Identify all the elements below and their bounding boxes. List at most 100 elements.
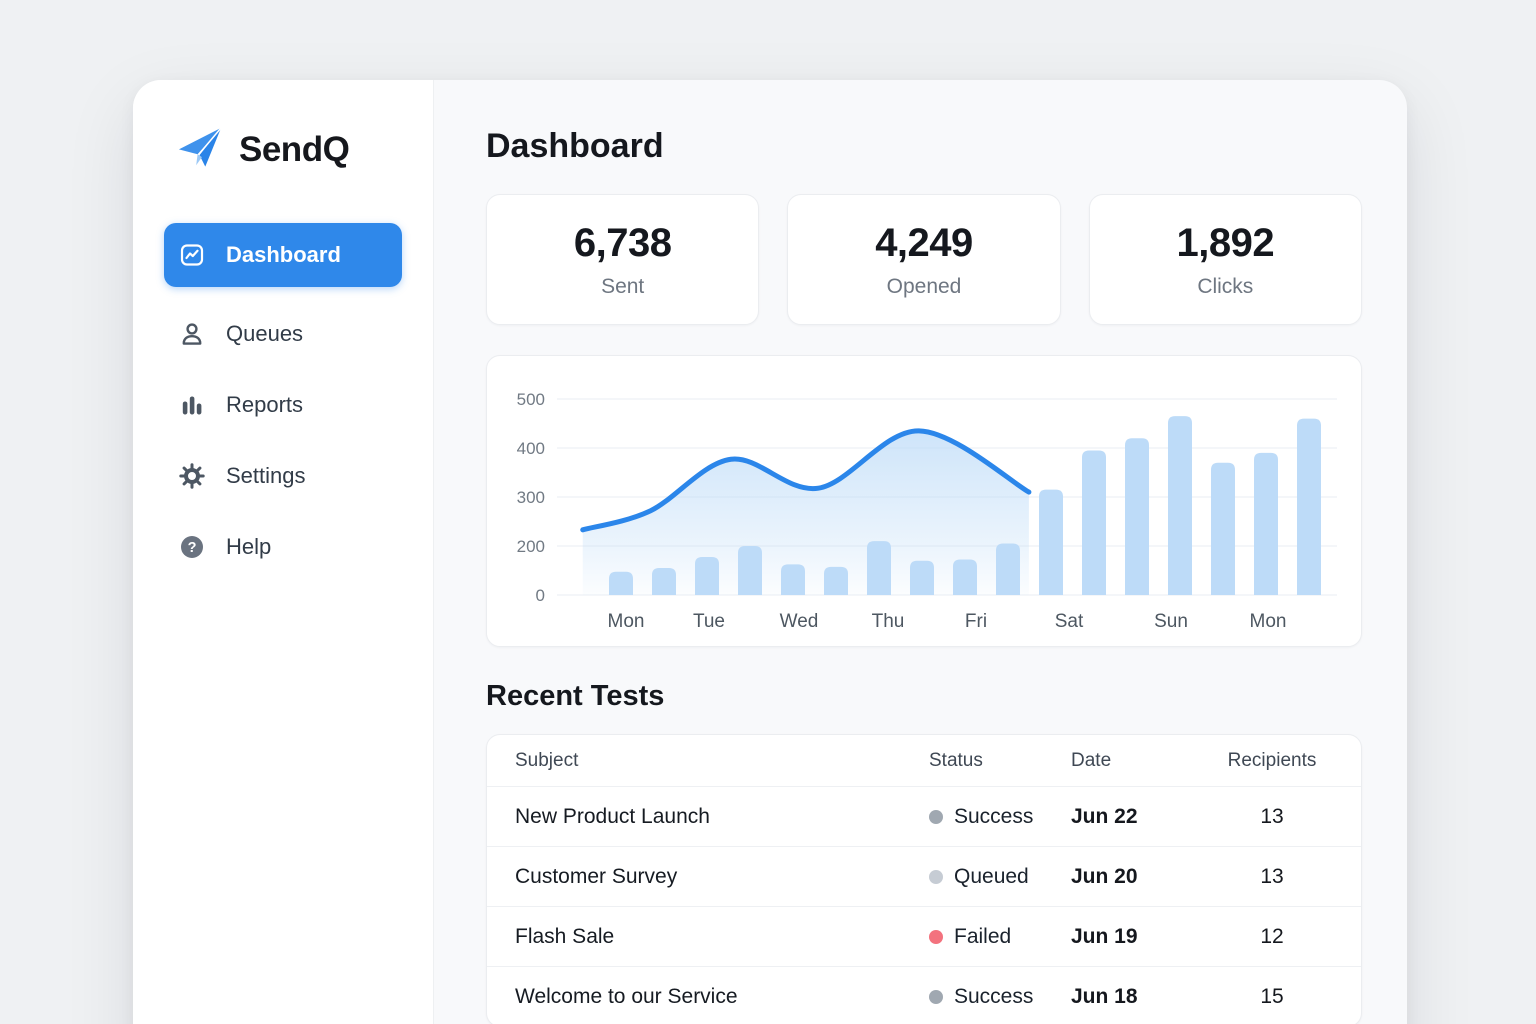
bar bbox=[609, 572, 633, 595]
cell-date: Jun 18 bbox=[1071, 985, 1205, 1009]
queues-icon bbox=[179, 321, 205, 347]
sidebar-item-label: Reports bbox=[226, 392, 303, 418]
logo: SendQ bbox=[133, 80, 433, 175]
table-body: New Product LaunchSuccessJun 2213Custome… bbox=[487, 786, 1361, 1024]
recent-tests-title: Recent Tests bbox=[486, 680, 1362, 713]
svg-text:Sun: Sun bbox=[1154, 611, 1188, 632]
sidebar-item-label: Settings bbox=[226, 463, 306, 489]
cell-date: Jun 20 bbox=[1071, 865, 1205, 889]
status-label: Success bbox=[954, 985, 1033, 1009]
bar bbox=[953, 559, 977, 595]
svg-text:?: ? bbox=[188, 540, 197, 556]
stat-label: Sent bbox=[601, 275, 644, 299]
svg-text:Thu: Thu bbox=[872, 611, 905, 632]
svg-text:400: 400 bbox=[517, 439, 545, 458]
sidebar-item-dashboard[interactable]: Dashboard bbox=[164, 223, 402, 287]
cell-status: Failed bbox=[929, 925, 1071, 949]
table-row: Flash Sale Failed Jun 1912 bbox=[487, 906, 1361, 966]
chart-card: 500 400 300 200 0 Mon Tue Wed Thu Fri Sat Sun Mon bbox=[486, 355, 1362, 647]
bar bbox=[695, 557, 719, 595]
stat-label: Opened bbox=[887, 275, 962, 299]
bar bbox=[996, 544, 1020, 595]
sidebar-item-label: Queues bbox=[226, 321, 303, 347]
recent-tests-table: Subject Status Date Recipients New Produ… bbox=[486, 734, 1362, 1024]
table-row: New Product Launch Success Jun 2213 bbox=[487, 786, 1361, 846]
bar bbox=[910, 561, 934, 595]
cell-subject: Welcome to our Service bbox=[487, 985, 929, 1009]
svg-text:Mon: Mon bbox=[1250, 611, 1287, 632]
stat-card-sent: 6,738 Sent bbox=[486, 194, 759, 325]
bar bbox=[1168, 416, 1192, 595]
cell-subject: Customer Survey bbox=[487, 865, 929, 889]
stat-value: 6,738 bbox=[574, 221, 672, 266]
sidebar: SendQ Dashboard Queues Reports Settings? Hel… bbox=[133, 80, 434, 1024]
cell-recipients: 13 bbox=[1205, 865, 1339, 889]
cell-recipients: 15 bbox=[1205, 985, 1339, 1009]
sidebar-item-help[interactable]: ? Help bbox=[164, 523, 402, 571]
bar bbox=[824, 567, 848, 595]
sidebar-item-queues[interactable]: Queues bbox=[164, 310, 402, 358]
stats-row: 6,738 Sent 4,249 Opened 1,892 Clicks bbox=[486, 194, 1362, 325]
column-header-subject: Subject bbox=[487, 750, 929, 772]
svg-text:Mon: Mon bbox=[608, 611, 645, 632]
sidebar-item-label: Help bbox=[226, 534, 271, 560]
status-dot bbox=[929, 930, 943, 944]
svg-text:Tue: Tue bbox=[693, 611, 725, 632]
svg-text:500: 500 bbox=[517, 390, 545, 409]
cell-status: Success bbox=[929, 805, 1071, 829]
dashboard-icon bbox=[179, 242, 205, 268]
bar bbox=[1039, 490, 1063, 595]
bar bbox=[1297, 419, 1321, 595]
bar bbox=[867, 541, 891, 595]
paper-plane-icon bbox=[177, 124, 223, 175]
svg-text:300: 300 bbox=[517, 488, 545, 507]
svg-text:200: 200 bbox=[517, 537, 545, 556]
stat-label: Clicks bbox=[1197, 275, 1253, 299]
bar bbox=[1125, 438, 1149, 595]
status-label: Queued bbox=[954, 865, 1029, 889]
table-row: Welcome to our Service Success Jun 1815 bbox=[487, 966, 1361, 1024]
column-header-date: Date bbox=[1071, 750, 1205, 772]
svg-text:0: 0 bbox=[536, 586, 545, 605]
app-window: SendQ Dashboard Queues Reports Settings? Hel… bbox=[133, 80, 1407, 1024]
bar bbox=[1082, 450, 1106, 595]
page-title: Dashboard bbox=[486, 124, 1362, 168]
column-header-status: Status bbox=[929, 750, 1071, 772]
cell-subject: Flash Sale bbox=[487, 925, 929, 949]
cell-recipients: 13 bbox=[1205, 805, 1339, 829]
svg-text:Fri: Fri bbox=[965, 611, 987, 632]
table-header-row: Subject Status Date Recipients bbox=[487, 735, 1361, 786]
help-icon: ? bbox=[179, 534, 205, 560]
app-name: SendQ bbox=[239, 130, 349, 170]
bar bbox=[1254, 453, 1278, 595]
stat-value: 4,249 bbox=[875, 221, 973, 266]
bar bbox=[781, 564, 805, 595]
sidebar-item-settings[interactable]: Settings bbox=[164, 452, 402, 500]
status-label: Failed bbox=[954, 925, 1011, 949]
main-content: Dashboard 6,738 Sent 4,249 Opened 1,892 Click… bbox=[434, 80, 1407, 1024]
sidebar-item-reports[interactable]: Reports bbox=[164, 381, 402, 429]
bar bbox=[738, 546, 762, 595]
sidebar-nav: Dashboard Queues Reports Settings? Help bbox=[133, 223, 433, 571]
stat-card-clicks: 1,892 Clicks bbox=[1089, 194, 1362, 325]
cell-date: Jun 22 bbox=[1071, 805, 1205, 829]
cell-recipients: 12 bbox=[1205, 925, 1339, 949]
table-row: Customer Survey Queued Jun 2013 bbox=[487, 846, 1361, 906]
stat-card-opened: 4,249 Opened bbox=[787, 194, 1060, 325]
status-label: Success bbox=[954, 805, 1033, 829]
weekly-activity-chart: 500 400 300 200 0 Mon Tue Wed Thu Fri Sat Sun Mon bbox=[487, 356, 1361, 647]
svg-text:Sat: Sat bbox=[1055, 611, 1084, 632]
svg-text:Wed: Wed bbox=[780, 611, 819, 632]
status-dot bbox=[929, 810, 943, 824]
bar bbox=[652, 568, 676, 595]
bar bbox=[1211, 463, 1235, 595]
cell-status: Success bbox=[929, 985, 1071, 1009]
cell-subject: New Product Launch bbox=[487, 805, 929, 829]
cell-date: Jun 19 bbox=[1071, 925, 1205, 949]
status-dot bbox=[929, 870, 943, 884]
settings-icon bbox=[179, 463, 205, 489]
column-header-recipients: Recipients bbox=[1205, 750, 1339, 772]
status-dot bbox=[929, 990, 943, 1004]
cell-status: Queued bbox=[929, 865, 1071, 889]
stat-value: 1,892 bbox=[1177, 221, 1275, 266]
